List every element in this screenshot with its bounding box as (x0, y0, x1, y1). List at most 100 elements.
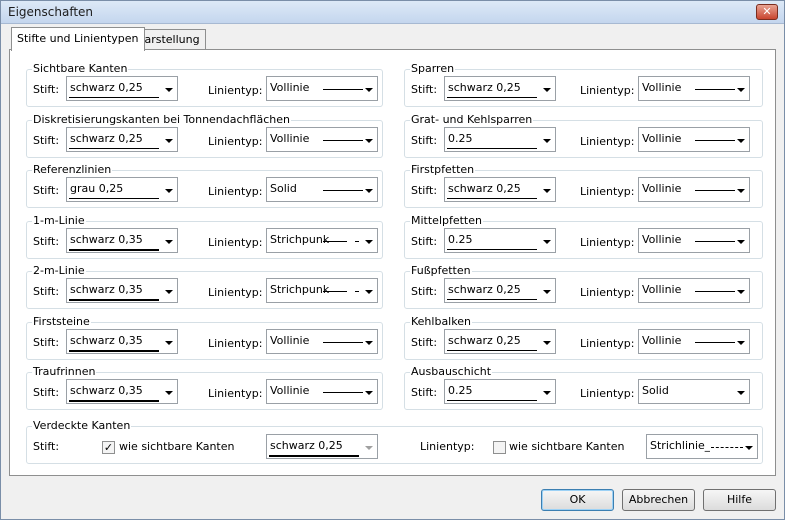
cancel-button[interactable]: Abbrechen (622, 489, 695, 511)
group-sichtbare-kanten: Sichtbare Kanten Stift: schwarz 0,25 Lin… (26, 62, 383, 107)
linetype-same-checkbox[interactable] (493, 441, 506, 454)
pen-value: schwarz 0,25 (70, 81, 143, 94)
group-traufrinnen: Traufrinnen Stift: schwarz 0,35 Linienty… (26, 365, 383, 410)
linetype-sample (695, 341, 735, 343)
hidden-pen-select[interactable]: schwarz 0,25 (266, 434, 378, 459)
pen-label: Stift: (33, 440, 60, 453)
pen-weight-sample (69, 299, 159, 301)
pen-value: schwarz 0,35 (70, 283, 143, 296)
linetype-label: Linientyp: (580, 286, 635, 299)
linetype-value: Strichpunk (270, 283, 330, 296)
chevron-down-icon (737, 138, 745, 143)
pen-same-checkbox[interactable]: ✓ (102, 441, 115, 454)
pen-select-diskretisierungskanten-bei-tonnendachflaechen[interactable]: schwarz 0,25 (66, 126, 178, 152)
group-title: Sparren (410, 62, 456, 75)
close-button[interactable]: ✕ (756, 4, 778, 20)
pen-select-traufrinnen[interactable]: schwarz 0,35 (66, 379, 178, 404)
group-title: Traufrinnen (32, 365, 97, 378)
group-title: 2-m-Linie (32, 264, 86, 277)
chevron-down-icon (543, 391, 551, 395)
pen-select-firststeine[interactable]: schwarz 0,35 (66, 328, 178, 354)
check-icon: ✓ (103, 441, 114, 454)
linetype-select-2-m-linie[interactable]: Strichpunk (266, 278, 378, 303)
pen-select-mittelpfetten[interactable]: 0.25 (444, 227, 556, 253)
linetype-sample (323, 89, 363, 90)
pen-weight-sample (447, 97, 537, 98)
linetype-select-ausbauschicht[interactable]: Solid (638, 379, 750, 404)
group-grat-und-kehlsparren: Grat- und Kehlsparren Stift: 0.25 Linien… (404, 112, 763, 158)
pen-weight-sample (447, 400, 537, 401)
chevron-down-icon (737, 391, 745, 395)
pen-weight-sample (269, 455, 359, 457)
linetype-value: Solid (270, 182, 297, 195)
chevron-down-icon (365, 88, 373, 92)
pen-select-firstpfetten[interactable]: schwarz 0,25 (444, 177, 556, 202)
linetype-sample (323, 392, 363, 393)
linetype-select-sichtbare-kanten[interactable]: Vollinie (266, 76, 378, 101)
pen-select-fusspfetten[interactable]: schwarz 0,25 (444, 278, 556, 303)
title-bar: Eigenschaften ✕ (1, 1, 784, 24)
linetype-sample (695, 190, 735, 191)
linetype-label: Linientyp: (208, 336, 263, 350)
pen-label: Stift: (411, 133, 438, 147)
pen-select-2-m-linie[interactable]: schwarz 0,35 (66, 278, 178, 303)
pen-select-1-m-linie[interactable]: schwarz 0,35 (66, 227, 178, 253)
linetype-select-traufrinnen[interactable]: Vollinie (266, 379, 378, 404)
linetype-label: Linientyp: (208, 387, 263, 400)
pen-select-grat-und-kehlsparren[interactable]: 0.25 (444, 126, 556, 152)
help-button[interactable]: Hilfe (703, 489, 776, 511)
pen-weight-sample (447, 248, 537, 250)
close-icon: ✕ (762, 5, 772, 18)
chevron-down-icon (165, 340, 173, 345)
linetype-select-kehlbalken[interactable]: Vollinie (638, 328, 750, 354)
chevron-down-icon (165, 189, 173, 193)
linetype-sample (711, 447, 743, 448)
linetype-sample (695, 139, 735, 141)
chevron-down-icon (165, 290, 173, 294)
linetype-select-1-m-linie[interactable]: Strichpunk (266, 227, 378, 253)
chevron-down-icon (737, 239, 745, 244)
linetype-value: Strichpunk (270, 232, 330, 246)
tab-pens-linetypes[interactable]: Stifte und Linientypen (11, 27, 145, 51)
chevron-down-icon (737, 88, 745, 92)
hidden-linetype-select[interactable]: Strichlinie_ (646, 434, 758, 459)
linetype-select-fusspfetten[interactable]: Vollinie (638, 278, 750, 303)
group-kehlbalken: Kehlbalken Stift: schwarz 0,25 Linientyp… (404, 314, 763, 360)
pen-select-kehlbalken[interactable]: schwarz 0,25 (444, 328, 556, 354)
linetype-select-firststeine[interactable]: Vollinie (266, 328, 378, 354)
linetype-select-sparren[interactable]: Vollinie (638, 76, 750, 101)
pen-label: Stift: (411, 83, 438, 96)
group-title: Fußpfetten (410, 264, 472, 277)
pen-select-sparren[interactable]: schwarz 0,25 (444, 76, 556, 101)
linetype-select-referenzlinien[interactable]: Solid (266, 177, 378, 202)
linetype-select-grat-und-kehlsparren[interactable]: Vollinie (638, 126, 750, 152)
linetype-select-diskretisierungskanten-bei-tonnendachflaechen[interactable]: Vollinie (266, 126, 378, 152)
hidden-pen-value: schwarz 0,25 (270, 439, 343, 452)
pen-label: Stift: (411, 234, 438, 248)
pen-weight-sample (447, 299, 537, 300)
linetype-value: Vollinie (642, 333, 682, 347)
pen-weight-sample (447, 198, 537, 199)
hidden-linetype-value: Strichlinie_ (650, 439, 711, 452)
linetype-select-firstpfetten[interactable]: Vollinie (638, 177, 750, 202)
pen-value: schwarz 0,25 (448, 333, 521, 347)
pen-label: Stift: (33, 335, 60, 349)
linetype-value: Vollinie (642, 81, 682, 94)
pen-value: schwarz 0,35 (70, 384, 143, 397)
pen-select-ausbauschicht[interactable]: 0.25 (444, 379, 556, 404)
pen-select-referenzlinien[interactable]: grau 0,25 (66, 177, 178, 202)
chevron-down-icon (365, 290, 373, 294)
chevron-down-icon (745, 446, 753, 450)
ok-button[interactable]: OK (541, 489, 614, 511)
window-title: Eigenschaften (8, 5, 94, 19)
group-title: Grat- und Kehlsparren (410, 112, 534, 126)
group-title: Diskretisierungskanten bei Tonnendachflä… (32, 112, 291, 126)
pen-select-sichtbare-kanten[interactable]: schwarz 0,25 (66, 76, 178, 101)
linetype-select-mittelpfetten[interactable]: Vollinie (638, 227, 750, 253)
pen-weight-sample (69, 147, 159, 149)
group-sparren: Sparren Stift: schwarz 0,25 Linientyp: V… (404, 62, 763, 107)
group-ausbauschicht: Ausbauschicht Stift: 0.25 Linientyp: Sol… (404, 365, 763, 410)
pen-label: Stift: (33, 133, 60, 147)
group-diskretisierungskanten-bei-tonnendachflaechen: Diskretisierungskanten bei Tonnendachflä… (26, 112, 383, 158)
linetype-label: Linientyp: (580, 387, 635, 400)
